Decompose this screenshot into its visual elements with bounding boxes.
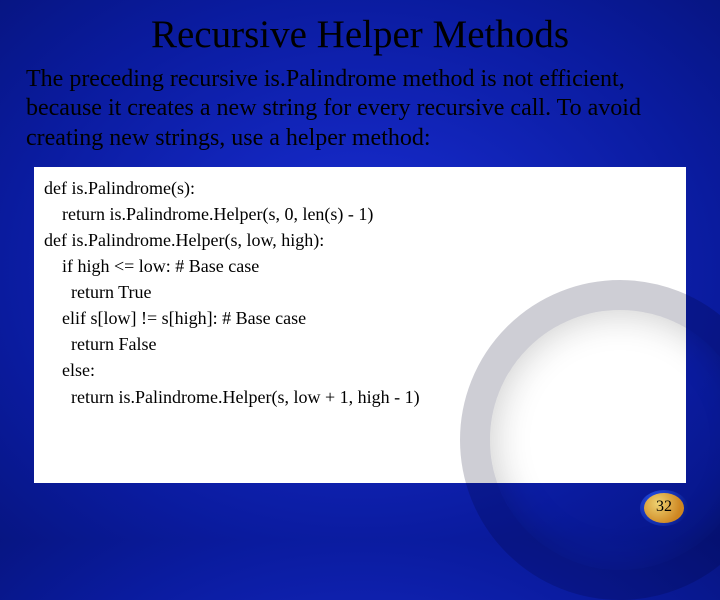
- body-paragraph: The preceding recursive is.Palindrome me…: [0, 65, 720, 153]
- code-line: def is.Palindrome(s):: [44, 175, 676, 201]
- slide: Recursive Helper Methods The preceding r…: [0, 0, 720, 540]
- code-line: return is.Palindrome.Helper(s, 0, len(s)…: [44, 201, 676, 227]
- code-line: def is.Palindrome.Helper(s, low, high):: [44, 227, 676, 253]
- page-number: 32: [640, 498, 688, 516]
- slide-title: Recursive Helper Methods: [0, 0, 720, 65]
- code-line: if high <= low: # Base case: [44, 253, 676, 279]
- page-number-badge: 32: [640, 490, 688, 526]
